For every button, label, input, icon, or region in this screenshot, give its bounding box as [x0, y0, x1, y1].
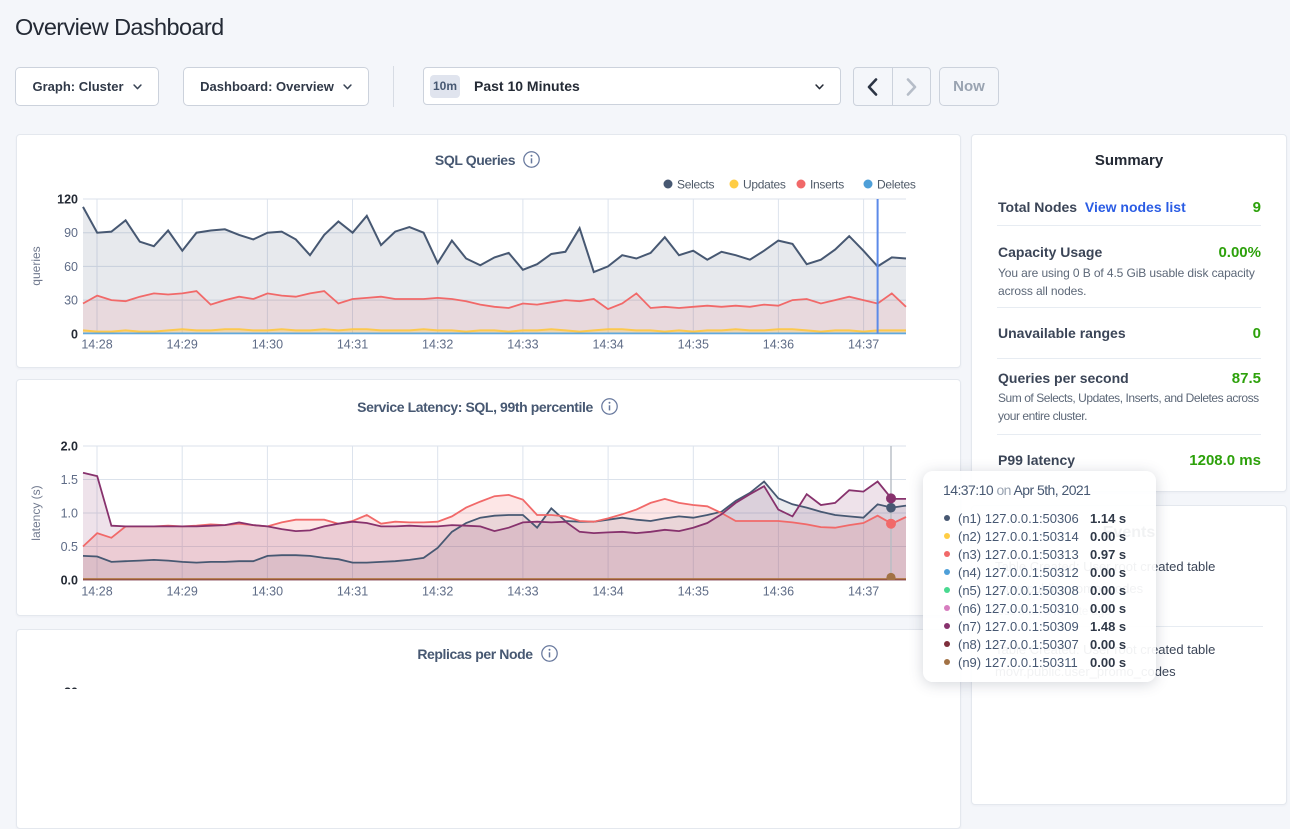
svg-text:14:28: 14:28	[81, 338, 112, 352]
svg-text:14:31: 14:31	[337, 338, 368, 352]
svg-text:latency (s): latency (s)	[29, 485, 43, 540]
svg-text:1.5: 1.5	[61, 473, 78, 487]
svg-text:14:28: 14:28	[81, 585, 112, 599]
svg-text:Selects: Selects	[677, 178, 715, 192]
svg-text:2.0: 2.0	[61, 440, 78, 454]
svg-text:Deletes: Deletes	[877, 178, 916, 192]
svg-text:14:33: 14:33	[507, 338, 538, 352]
svg-text:120: 120	[57, 193, 78, 207]
svg-text:60: 60	[64, 260, 78, 274]
svg-text:14:30: 14:30	[252, 585, 283, 599]
svg-text:14:37: 14:37	[848, 338, 879, 352]
svg-text:14:29: 14:29	[167, 338, 198, 352]
svg-text:0: 0	[71, 327, 78, 341]
svg-text:14:34: 14:34	[592, 585, 623, 599]
svg-text:14:30: 14:30	[252, 338, 283, 352]
svg-text:14:34: 14:34	[592, 338, 623, 352]
svg-text:1.0: 1.0	[61, 507, 78, 521]
svg-text:Inserts: Inserts	[810, 178, 844, 192]
svg-text:14:32: 14:32	[422, 585, 453, 599]
svg-text:30: 30	[64, 686, 78, 690]
svg-text:queries: queries	[29, 246, 43, 285]
svg-text:30: 30	[64, 294, 78, 308]
svg-text:14:37: 14:37	[848, 585, 879, 599]
svg-text:14:29: 14:29	[167, 585, 198, 599]
svg-text:0.0: 0.0	[61, 574, 78, 588]
svg-text:14:31: 14:31	[337, 585, 368, 599]
svg-text:14:36: 14:36	[763, 338, 794, 352]
svg-text:0.5: 0.5	[61, 540, 78, 554]
svg-text:14:35: 14:35	[678, 585, 709, 599]
svg-text:14:36: 14:36	[763, 585, 794, 599]
svg-text:14:35: 14:35	[678, 338, 709, 352]
svg-text:14:32: 14:32	[422, 338, 453, 352]
svg-text:Updates: Updates	[743, 178, 786, 192]
svg-text:90: 90	[64, 226, 78, 240]
svg-text:14:33: 14:33	[507, 585, 538, 599]
